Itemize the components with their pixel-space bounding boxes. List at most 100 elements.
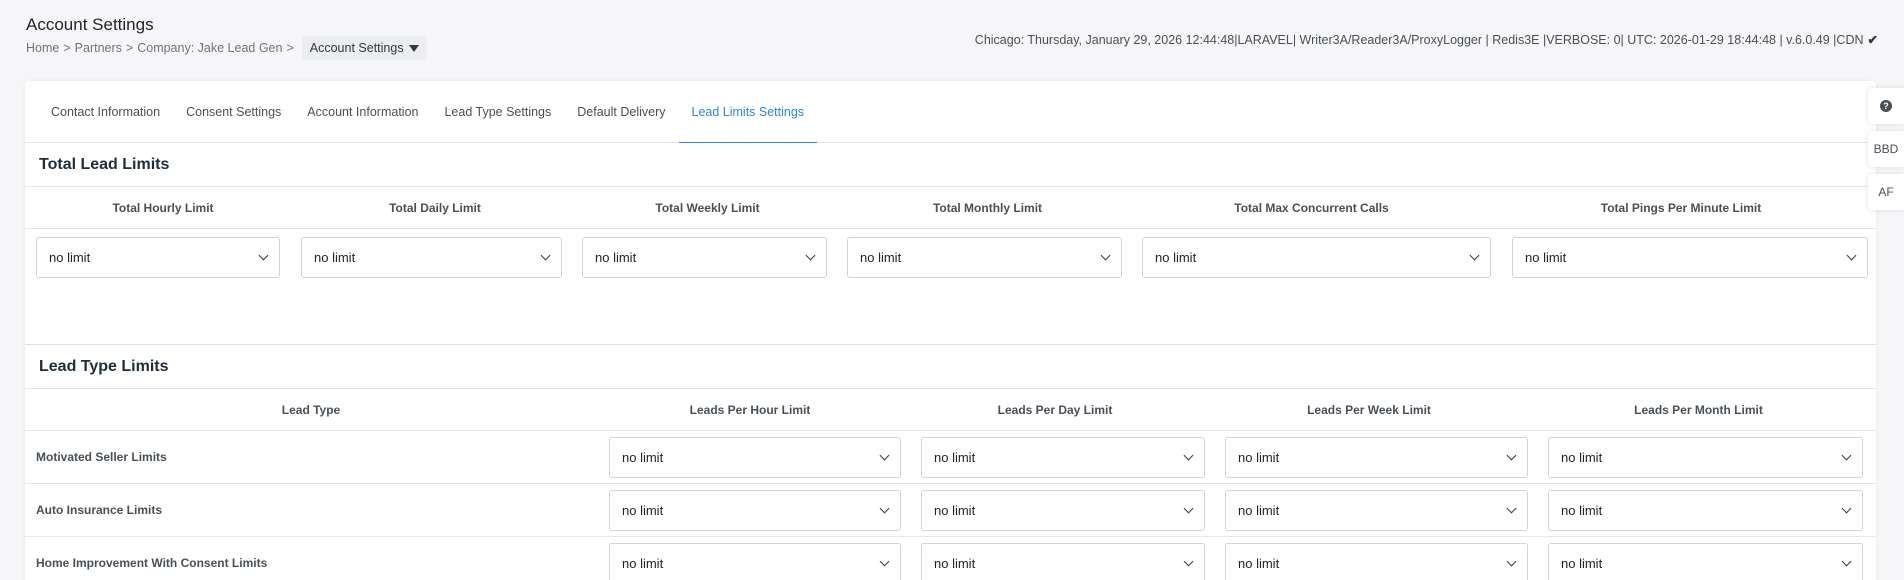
tab-default-delivery[interactable]: Default Delivery	[564, 81, 678, 143]
select-value: no limit	[314, 249, 356, 265]
side-toolbar: ? BBD AF	[1868, 88, 1904, 210]
chevron-down-icon	[1183, 556, 1194, 566]
select-value: no limit	[934, 555, 976, 571]
breadcrumb: Home > Partners > Company: Jake Lead Gen…	[26, 36, 427, 60]
breadcrumb-current-label: Account Settings	[309, 41, 404, 55]
af-button[interactable]: AF	[1868, 174, 1904, 210]
chevron-down-icon	[1846, 250, 1857, 260]
breadcrumb-separator: >	[63, 41, 71, 55]
total-max-concurrent-calls-select[interactable]: no limit	[1142, 236, 1491, 278]
chevron-down-icon	[879, 556, 890, 566]
breadcrumb-company[interactable]: Company: Jake Lead Gen	[137, 41, 282, 55]
select-value: no limit	[1561, 555, 1603, 571]
lead-type-limits-header: Lead Type Leads Per Hour Limit Leads Per…	[25, 389, 1876, 431]
chevron-down-icon	[1841, 450, 1852, 460]
header-leads-per-hour: Leads Per Hour Limit	[689, 402, 811, 417]
tab-lead-limits-settings[interactable]: Lead Limits Settings	[678, 81, 818, 143]
select-value: no limit	[1561, 449, 1603, 465]
leads-per-week-select[interactable]: no limit	[1225, 542, 1528, 580]
header-total-monthly-limit: Total Monthly Limit	[932, 200, 1043, 215]
leads-per-hour-select[interactable]: no limit	[609, 542, 901, 580]
table-row: Auto Insurance Limits no limit no limit …	[25, 484, 1876, 537]
chevron-down-icon	[1506, 450, 1517, 460]
breadcrumb-separator: >	[125, 41, 134, 55]
chevron-down-icon	[1183, 503, 1194, 513]
lead-type-limits-title: Lead Type Limits	[25, 345, 1876, 389]
leads-per-day-select[interactable]: no limit	[921, 542, 1205, 580]
total-lead-limits-title: Total Lead Limits	[25, 143, 1876, 187]
caret-down-icon	[408, 44, 419, 52]
select-value: no limit	[622, 449, 664, 465]
chevron-down-icon	[879, 503, 890, 513]
select-value: no limit	[1238, 449, 1280, 465]
bbd-button[interactable]: BBD	[1868, 131, 1904, 167]
total-limits-row: no limit no limit no limit no limit no l…	[25, 229, 1876, 285]
chevron-down-icon	[1841, 503, 1852, 513]
leads-per-week-select[interactable]: no limit	[1225, 436, 1528, 478]
chevron-down-icon	[1506, 556, 1517, 566]
leads-per-day-select[interactable]: no limit	[921, 436, 1205, 478]
select-value: no limit	[49, 249, 91, 265]
lead-type-name: Motivated Seller Limits	[36, 450, 167, 464]
header-lead-type: Lead Type	[281, 402, 341, 417]
chevron-down-icon	[540, 250, 551, 260]
total-monthly-limit-select[interactable]: no limit	[847, 236, 1122, 278]
page-title: Account Settings	[26, 15, 154, 34]
select-value: no limit	[595, 249, 637, 265]
question-circle-icon: ?	[1880, 100, 1892, 112]
status-bar: Chicago: Thursday, January 29, 2026 12:4…	[974, 32, 1878, 48]
chevron-down-icon	[1469, 250, 1480, 260]
select-value: no limit	[1525, 249, 1567, 265]
select-value: no limit	[934, 449, 976, 465]
total-limits-header: Total Hourly Limit Total Daily Limit Tot…	[25, 187, 1876, 229]
chevron-down-icon	[805, 250, 816, 260]
chevron-down-icon	[258, 250, 269, 260]
leads-per-day-select[interactable]: no limit	[921, 489, 1205, 531]
breadcrumb-current-dropdown[interactable]: Account Settings	[301, 36, 427, 60]
tab-account-information[interactable]: Account Information	[294, 81, 431, 143]
select-value: no limit	[860, 249, 902, 265]
header-total-hourly-limit: Total Hourly Limit	[112, 200, 214, 215]
leads-per-hour-select[interactable]: no limit	[609, 489, 901, 531]
total-hourly-limit-select[interactable]: no limit	[36, 236, 280, 278]
leads-per-week-select[interactable]: no limit	[1225, 489, 1528, 531]
select-value: no limit	[622, 502, 664, 518]
tab-consent-settings[interactable]: Consent Settings	[173, 81, 294, 143]
header-leads-per-month: Leads Per Month Limit	[1634, 402, 1763, 417]
chevron-down-icon	[1100, 250, 1111, 260]
tab-lead-type-settings[interactable]: Lead Type Settings	[431, 81, 564, 143]
header-total-daily-limit: Total Daily Limit	[389, 200, 481, 215]
header-total-weekly-limit: Total Weekly Limit	[655, 200, 760, 215]
breadcrumb-separator: >	[286, 41, 294, 55]
leads-per-month-select[interactable]: no limit	[1548, 436, 1863, 478]
select-value: no limit	[1238, 502, 1280, 518]
status-text: Chicago: Thursday, January 29, 2026 12:4…	[974, 32, 1864, 47]
select-value: no limit	[1561, 502, 1603, 518]
header-total-pings-per-minute-limit: Total Pings Per Minute Limit	[1600, 200, 1762, 215]
leads-per-month-select[interactable]: no limit	[1548, 542, 1863, 580]
chevron-down-icon	[1841, 556, 1852, 566]
chevron-down-icon	[1183, 450, 1194, 460]
table-row: Home Improvement With Consent Limits no …	[25, 537, 1876, 580]
chevron-down-icon	[879, 450, 890, 460]
header-leads-per-week: Leads Per Week Limit	[1307, 402, 1431, 417]
breadcrumb-partners[interactable]: Partners	[75, 41, 122, 55]
breadcrumb-home[interactable]: Home	[26, 41, 59, 55]
check-icon: ✔	[1867, 33, 1878, 47]
select-value: no limit	[622, 555, 664, 571]
lead-type-name: Auto Insurance Limits	[36, 503, 163, 517]
header-total-max-concurrent-calls: Total Max Concurrent Calls	[1234, 200, 1389, 215]
leads-per-hour-select[interactable]: no limit	[609, 436, 901, 478]
tab-bar: Contact Information Consent Settings Acc…	[25, 81, 1876, 143]
leads-per-month-select[interactable]: no limit	[1548, 489, 1863, 531]
tab-contact-information[interactable]: Contact Information	[38, 81, 173, 143]
lead-type-name: Home Improvement With Consent Limits	[36, 556, 268, 570]
select-value: no limit	[1155, 249, 1197, 265]
total-pings-per-minute-select[interactable]: no limit	[1512, 236, 1868, 278]
total-weekly-limit-select[interactable]: no limit	[582, 236, 827, 278]
help-button[interactable]: ?	[1868, 88, 1904, 124]
total-daily-limit-select[interactable]: no limit	[301, 236, 562, 278]
section-divider	[25, 285, 1876, 345]
header-leads-per-day: Leads Per Day Limit	[997, 402, 1113, 417]
settings-card: Contact Information Consent Settings Acc…	[25, 81, 1876, 580]
